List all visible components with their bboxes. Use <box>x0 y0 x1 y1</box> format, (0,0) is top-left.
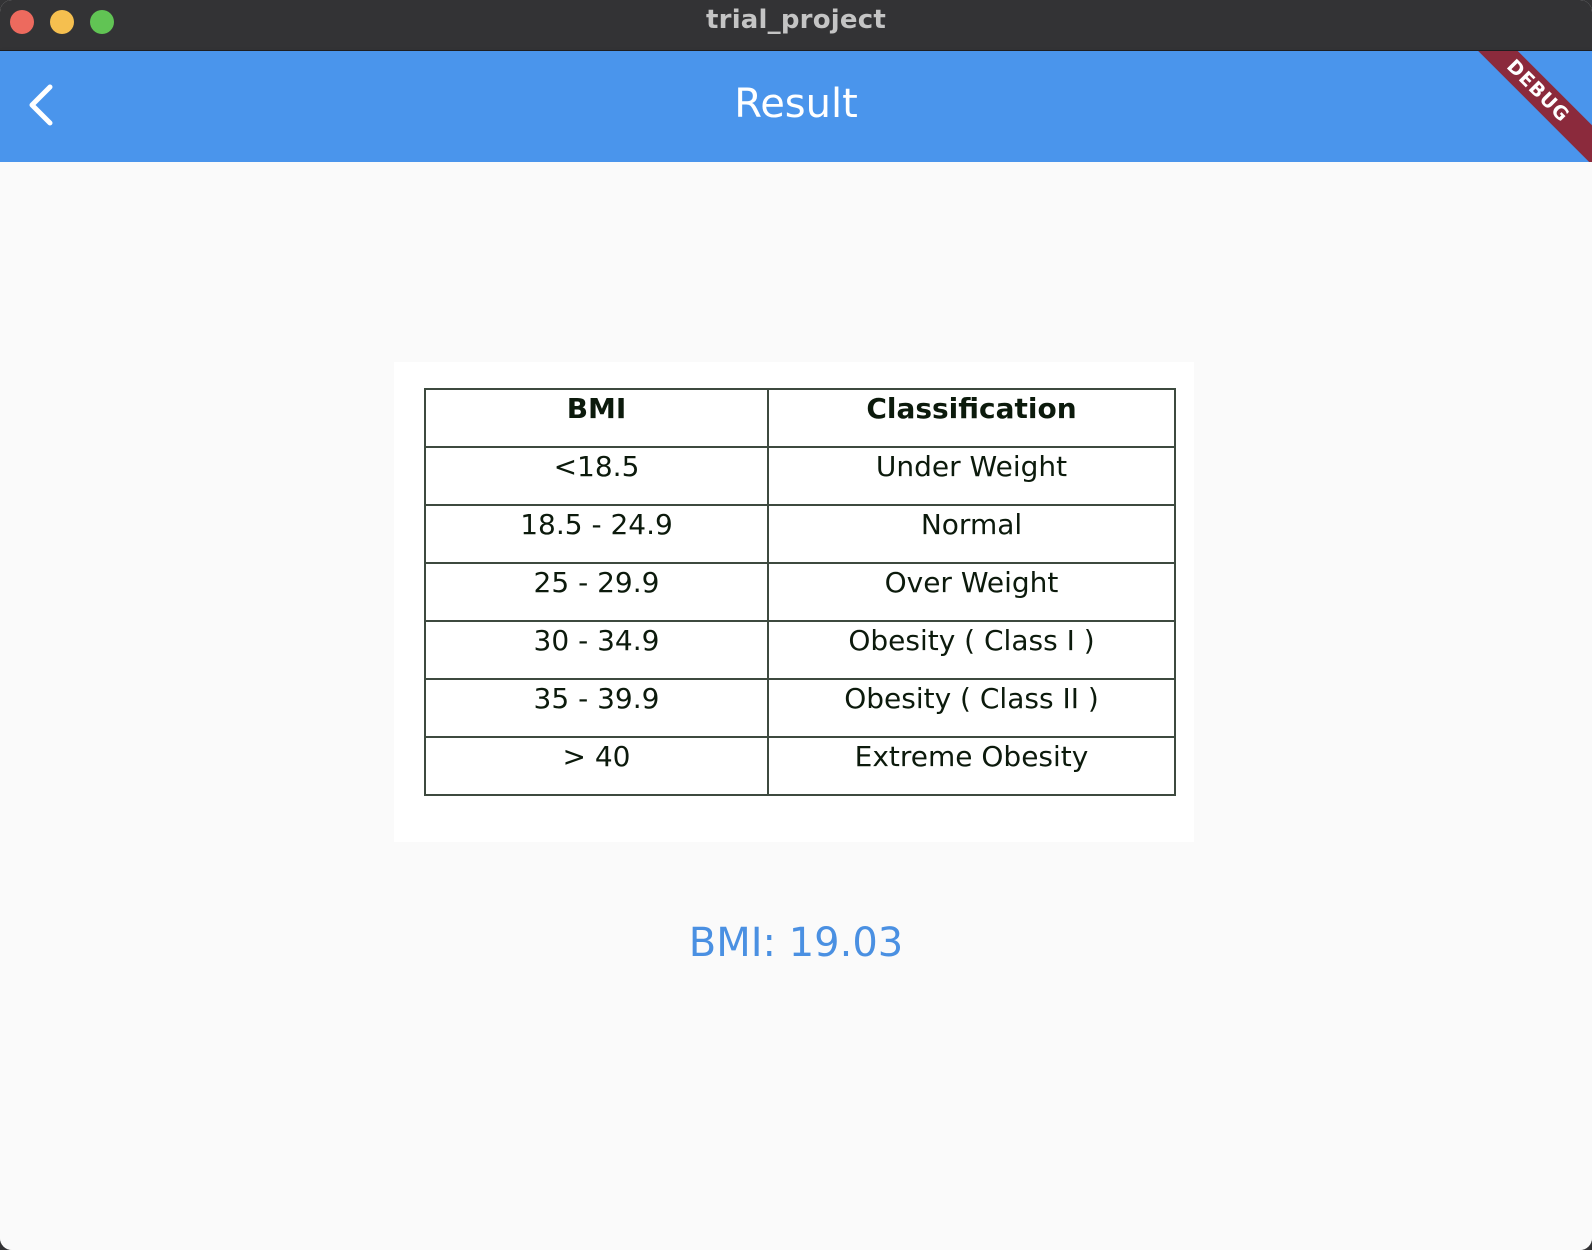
main-content: BMI Classification <18.5 Under Weight 18… <box>0 162 1592 1250</box>
window-title: trial_project <box>706 5 886 35</box>
table-cell-bmi: 35 - 39.9 <box>424 678 769 738</box>
table-cell-bmi: 25 - 29.9 <box>424 562 769 622</box>
table-row: > 40 Extreme Obesity <box>424 736 1176 796</box>
app-window: trial_project Result DEBUG BMI Classific… <box>0 0 1592 1250</box>
table-row: 30 - 34.9 Obesity ( Class I ) <box>424 620 1176 680</box>
page-title: Result <box>734 81 858 127</box>
table-cell-bmi: <18.5 <box>424 446 769 506</box>
bmi-chart-image: BMI Classification <18.5 Under Weight 18… <box>394 362 1194 842</box>
table-cell-classification: Obesity ( Class II ) <box>767 678 1176 738</box>
table-cell-classification: Extreme Obesity <box>767 736 1176 796</box>
table-row: 18.5 - 24.9 Normal <box>424 504 1176 564</box>
app-bar: Result DEBUG <box>0 51 1592 162</box>
table-header-row: BMI Classification <box>424 388 1176 448</box>
bmi-result-text: BMI: 19.03 <box>688 920 904 966</box>
table-header-bmi: BMI <box>424 388 769 448</box>
window-titlebar: trial_project <box>0 0 1592 51</box>
table-cell-bmi: 18.5 - 24.9 <box>424 504 769 564</box>
table-row: 35 - 39.9 Obesity ( Class II ) <box>424 678 1176 738</box>
table-cell-bmi: > 40 <box>424 736 769 796</box>
table-row: <18.5 Under Weight <box>424 446 1176 506</box>
table-header-classification: Classification <box>767 388 1176 448</box>
table-cell-classification: Under Weight <box>767 446 1176 506</box>
table-cell-classification: Over Weight <box>767 562 1176 622</box>
table-cell-classification: Obesity ( Class I ) <box>767 620 1176 680</box>
table-cell-classification: Normal <box>767 504 1176 564</box>
table-cell-bmi: 30 - 34.9 <box>424 620 769 680</box>
table-row: 25 - 29.9 Over Weight <box>424 562 1176 622</box>
bmi-classification-table: BMI Classification <18.5 Under Weight 18… <box>424 388 1176 796</box>
